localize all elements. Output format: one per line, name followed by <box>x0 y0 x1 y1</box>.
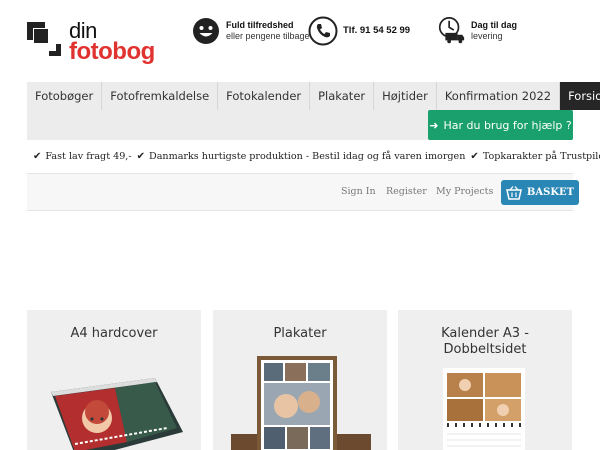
register-link[interactable]: Register <box>386 186 427 197</box>
usp-bar-item-text: Topkarakter på Trustpilot <box>482 151 600 162</box>
basket-icon <box>505 185 522 200</box>
site-logo[interactable]: din fotobog <box>27 20 155 66</box>
usp-bar-item-text: Danmarks hurtigste produktion - Bestil i… <box>149 151 466 162</box>
phone-number: Tlf. 91 54 52 99 <box>343 25 411 37</box>
basket-button[interactable]: BASKET <box>501 180 579 205</box>
checkmark-icon: ✔ <box>470 151 479 162</box>
account-bar: Sign In Register My Projects BASKET <box>27 173 579 211</box>
help-button-label: Har du brug for hjælp ? <box>443 118 572 132</box>
help-button[interactable]: ➜ Har du brug for hjælp ? <box>428 110 573 140</box>
product-card-kalender-a3[interactable]: Kalender A3 - Dobbeltsidet <box>398 310 572 450</box>
photobook-image <box>51 378 183 450</box>
poster-image <box>231 356 371 450</box>
nav-item-hojtider[interactable]: Højtider <box>374 82 437 110</box>
product-card-plakater[interactable]: Plakater <box>213 310 387 450</box>
calendar-image <box>443 368 525 450</box>
nav-item-fotoboger[interactable]: Fotobøger <box>27 82 103 110</box>
product-card-a4-hardcover[interactable]: A4 hardcover <box>27 310 201 450</box>
product-card-title: A4 hardcover <box>70 326 158 341</box>
nav-item-konfirmation[interactable]: Konfirmation 2022 <box>437 82 561 110</box>
usp-delivery: Dag til dag levering <box>436 16 517 46</box>
usp-satisfaction: Fuld tilfredshed eller pengene tilbage <box>191 16 310 46</box>
delivery-truck-icon <box>436 16 466 46</box>
usp-bar-item: ✔ Danmarks hurtigste produktion - Bestil… <box>137 151 466 162</box>
checkmark-icon: ✔ <box>136 151 145 162</box>
usp-bar-item: ✔ Fast lav fragt 49,- <box>33 151 132 162</box>
delivery-title: Dag til dag <box>471 19 518 30</box>
usp-phone[interactable]: Tlf. 91 54 52 99 <box>308 16 410 46</box>
smiley-icon <box>191 16 221 46</box>
usp-bar-item: ✔ Topkarakter på Trustpilot <box>470 151 600 162</box>
nav-item-fotofremkaldelse[interactable]: Fotofremkaldelse <box>102 82 219 110</box>
nav-item-forside[interactable]: Forside <box>560 82 600 110</box>
usp-satisfaction-title: Fuld tilfredshed <box>226 19 294 30</box>
my-projects-link[interactable]: My Projects <box>436 186 493 197</box>
basket-label: BASKET <box>526 187 575 198</box>
sign-in-link[interactable]: Sign In <box>341 186 376 197</box>
product-card-title: Kalender A3 - Dobbeltsidet <box>441 326 529 357</box>
usp-bar: ✔ Fast lav fragt 49,- ✔ Danmarks hurtigs… <box>33 151 600 162</box>
nav-item-fotokalender[interactable]: Fotokalender <box>218 82 311 110</box>
nav-item-plakater[interactable]: Plakater <box>310 82 375 110</box>
logo-mark-icon <box>27 22 63 58</box>
usp-satisfaction-sub: eller pengene tilbage <box>226 31 310 41</box>
product-card-title: Plakater <box>273 326 327 341</box>
arrow-right-icon: ➜ <box>429 118 439 132</box>
usp-bar-item-text: Fast lav fragt 49,- <box>45 151 132 162</box>
phone-icon <box>308 16 338 46</box>
logo-text-fotobog: fotobog <box>69 38 155 65</box>
delivery-sub: levering <box>471 31 503 41</box>
main-nav: Fotobøger Fotofremkaldelse Fotokalender … <box>27 82 600 140</box>
checkmark-icon: ✔ <box>33 151 42 162</box>
